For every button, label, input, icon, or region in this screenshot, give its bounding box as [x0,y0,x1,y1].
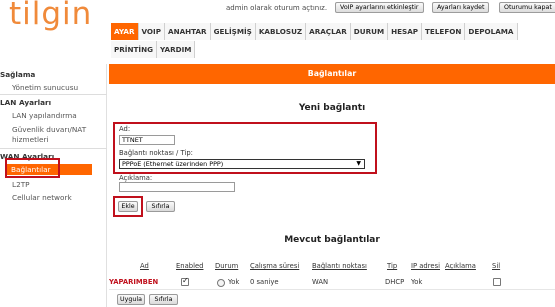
column-header-sil[interactable]: Sil [492,262,500,270]
column-header-calisma-suresi[interactable]: Çalışma süresi [250,262,299,270]
nav-tab-ayar[interactable]: AYAR [111,23,139,40]
name-input[interactable]: TTNET [119,135,175,145]
description-input[interactable] [119,182,235,192]
page-title-banner: Bağlantılar [109,64,555,84]
enable-voip-button[interactable]: VoIP ayarlarını etkinleştir [335,2,424,13]
type-value: DHCP [385,278,405,286]
nav-tab-voip[interactable]: VOIP [138,23,165,40]
name-label: Ad: [119,125,131,133]
nav-tab-depolama[interactable]: DEPOLAMA [465,23,518,40]
endpoint-type-value: PPPoE (Ethernet üzerinden PPP) [122,160,224,168]
sidebar-section-lan[interactable]: LAN Ayarları [0,98,51,107]
column-header-enabled[interactable]: Enabled [176,262,203,270]
router-admin-page: tilgin admin olarak oturum açtınız. VoIP… [0,0,555,307]
table-row-divider [109,289,555,290]
header: tilgin admin olarak oturum açtınız. VoIP… [0,0,555,64]
login-status-text: admin olarak oturum açtınız. [226,4,328,12]
nav-tab-telefon[interactable]: TELEFON [422,23,466,40]
table-reset-button[interactable]: Sıfırla [149,294,178,305]
column-header-durum[interactable]: Durum [215,262,238,270]
main-nav-row-1: AYAR VOIP ANAHTAR GELİŞMİŞ KABLOSUZ ARAÇ… [111,23,518,40]
port-value: WAN [312,278,329,286]
column-header-tip[interactable]: Tip [387,262,397,270]
sidebar-divider [0,148,107,149]
new-connection-title: Yeni bağlantı [298,103,366,113]
nav-tab-araclar[interactable]: ARAÇLAR [306,23,351,40]
endpoint-type-select[interactable]: PPPoE (Ethernet üzerinden PPP) ▼ [119,159,365,169]
nav-tab-yardim[interactable]: YARDIM [156,41,196,58]
nav-tab-durum[interactable]: DURUM [350,23,389,40]
sidebar-item-hizmetleri[interactable]: hizmetleri [12,135,49,144]
sidebar-section-saglama[interactable]: Sağlama [0,70,35,79]
connection-name[interactable]: YAPARIMBEN [109,278,158,286]
save-settings-button[interactable]: Ayarları kaydet [432,2,490,13]
nav-tab-kablosuz[interactable]: KABLOSUZ [255,23,307,40]
sidebar-item-cellular-network[interactable]: Cellular network [12,193,72,202]
nav-tab-anahtar[interactable]: ANAHTAR [165,23,211,40]
endpoint-type-label: Bağlantı noktası / Tip: [119,149,193,157]
uptime-value: 0 saniye [250,278,279,286]
enabled-checkbox[interactable] [181,276,189,286]
main-nav-row-2: PRİNTİNG YARDIM [111,41,196,58]
apply-button[interactable]: Uygula [117,294,145,305]
nav-tab-printing[interactable]: PRİNTİNG [111,41,157,58]
sidebar-item-lan-yapilandirma[interactable]: LAN yapılandırma [12,111,77,120]
dropdown-arrow-icon: ▼ [356,160,361,167]
nav-tab-gelismis[interactable]: GELİŞMİŞ [210,23,256,40]
reset-button[interactable]: Sıfırla [146,201,175,212]
add-button[interactable]: Ekle [118,201,138,212]
sidebar-divider [0,94,107,95]
column-header-ip-adresi[interactable]: IP adresi [411,262,440,270]
sidebar-item-yonetim-sunucusu[interactable]: Yönetim sunucusu [12,83,78,92]
existing-connections-title: Mevcut bağlantılar [284,235,380,245]
description-label: Açıklama: [119,174,153,182]
nav-tab-hesap[interactable]: HESAP [388,23,423,40]
delete-checkbox[interactable] [493,278,501,286]
sidebar-item-guvenlik-duvari[interactable]: Güvenlik duvarı/NAT [12,125,86,134]
status-value: Yok [228,278,240,286]
highlight-frame-sidebar [5,158,60,178]
ip-value: Yok [411,278,423,286]
column-header-baglanti-noktasi[interactable]: Bağlantı noktası [312,262,367,270]
column-header-aciklama[interactable]: Açıklama [445,262,476,270]
sidebar: Sağlama Yönetim sunucusu LAN Ayarları LA… [0,64,107,307]
logout-button[interactable]: Oturumu kapat [499,2,555,13]
status-indicator-icon [217,279,225,287]
sidebar-item-l2tp[interactable]: L2TP [12,180,30,189]
tilgin-logo: tilgin [9,0,93,32]
column-header-ad[interactable]: Ad [140,262,149,270]
main-content: Bağlantılar Yeni bağlantı Ad: TTNET Bağl… [109,64,555,307]
